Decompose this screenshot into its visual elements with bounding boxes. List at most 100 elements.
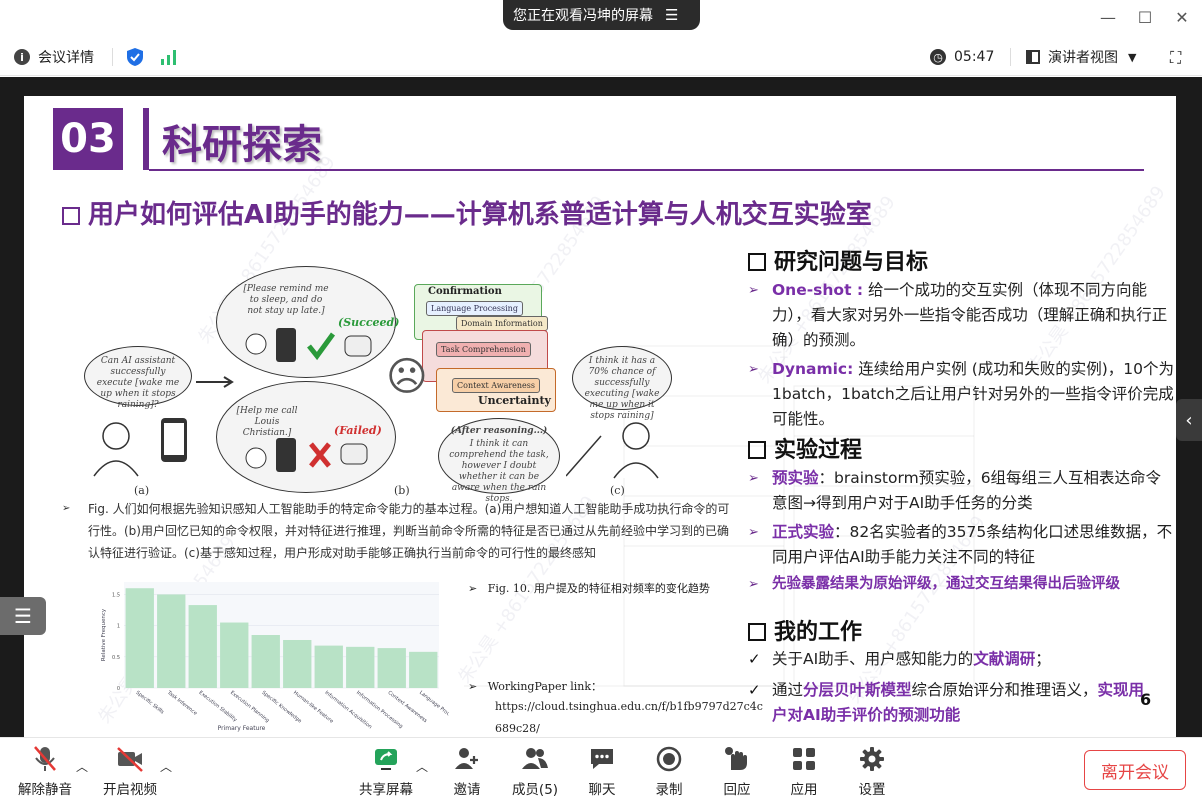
view-mode-dropdown[interactable]: 演讲者视图 ▼: [1026, 38, 1136, 76]
bubble-text: I think it has a 70% chance of successfu…: [584, 356, 660, 421]
bar: [377, 648, 406, 688]
work2-a: 通过: [772, 681, 804, 699]
people-icon: [503, 744, 567, 774]
oneshot-label: One-shot :: [772, 281, 864, 299]
fullscreen-icon[interactable]: ⛶: [1170, 48, 1181, 68]
side-panel-toggle[interactable]: ‹: [1176, 399, 1202, 441]
checkbox-square-icon: [62, 207, 80, 225]
section-heading-my-work: 我的工作: [748, 614, 862, 646]
subtitle-text: 用户如何评估AI助手的能力——计算机系普适计算与人机交互实验室: [88, 200, 872, 230]
work2-b: 分层贝叶斯模型: [803, 681, 912, 699]
meeting-toolbar: 解除静音 ︿ 开启视频 ︿ 共享屏幕 ︿ 邀请 成员(5) 聊天 录制 回应 应…: [0, 737, 1202, 802]
add-person-icon: [435, 744, 499, 774]
working-paper-label-text: WorkingPaper link：: [487, 680, 603, 693]
apps-button[interactable]: 应用: [772, 744, 836, 798]
reactions-label: 回应: [723, 782, 751, 798]
thinking-face-icon: ☹: [386, 354, 428, 400]
bar: [188, 605, 217, 688]
members-button[interactable]: 成员(5): [503, 744, 567, 798]
meeting-details-label: 会议详情: [38, 50, 94, 66]
invite-label: 邀请: [453, 782, 481, 798]
bullet-text: Dynamic: 连续给用户实例 (成功和失败的实例)，10个为1batch，1…: [772, 357, 1174, 432]
bubble-text: I think it can comprehend the task, howe…: [449, 439, 549, 504]
sharing-banner-text: 您正在观看冯坤的屏幕: [513, 8, 653, 24]
chevron-up-icon[interactable]: ︿: [160, 758, 172, 775]
apps-grid-icon: [772, 744, 836, 774]
bubble-text: Can AI assistant successfully execute [w…: [96, 356, 180, 410]
heading-text: 实验过程: [774, 438, 863, 463]
record-label: 录制: [655, 782, 683, 798]
bar: [314, 645, 343, 688]
chevron-left-icon: ‹: [1185, 409, 1193, 431]
confirmation-label: Confirmation: [428, 286, 502, 297]
raise-hand-icon: [705, 744, 769, 774]
chat-label: 聊天: [588, 782, 616, 798]
close-button[interactable]: ✕: [1170, 8, 1194, 27]
start-video-button[interactable]: 开启视频: [98, 744, 162, 798]
bar: [283, 639, 312, 688]
bullet-text: 正式实验：82名实验者的3575条结构化口述思维数据，不同用户评估AI助手能力关…: [772, 520, 1176, 570]
meeting-timer: ◷ 05:47: [930, 38, 994, 76]
sharing-banner[interactable]: 您正在观看冯坤的屏幕 ☰: [503, 0, 700, 30]
working-paper-link-cont[interactable]: 689c28/: [495, 722, 540, 735]
share-screen-button[interactable]: 共享屏幕: [354, 744, 418, 798]
language-processing-tag: Language Processing: [426, 301, 523, 316]
task-comprehension-tag: Task Comprehension: [436, 342, 531, 357]
fig10-caption: ➢ Fig. 10. 用户提及的特征相对频率的变化趋势: [468, 580, 710, 596]
signal-strength-icon[interactable]: [160, 49, 178, 69]
work2-c: 综合原始评分和推理语义，: [911, 681, 1098, 699]
bullet-text: One-shot : 给一个成功的交互实例（体现不同方向能力），看大家对另外一些…: [772, 278, 1174, 353]
unmute-button[interactable]: 解除静音: [13, 744, 77, 798]
presentation-slide: 朱公昊 +8615722854689 朱公昊 +8615722854689 朱公…: [24, 96, 1176, 737]
settings-button[interactable]: 设置: [840, 744, 904, 798]
meeting-details-button[interactable]: i 会议详情: [14, 38, 94, 76]
chat-button[interactable]: 聊天: [570, 744, 634, 798]
leave-meeting-button[interactable]: 离开会议: [1084, 750, 1186, 790]
view-mode-label: 演讲者视图: [1048, 50, 1118, 66]
bar: [125, 588, 154, 688]
info-icon: i: [14, 49, 30, 65]
heading-text: 我的工作: [774, 620, 863, 645]
invite-button[interactable]: 邀请: [435, 744, 499, 798]
bar: [157, 594, 186, 688]
checkbox-square-icon: [748, 441, 766, 459]
bar: [409, 651, 438, 688]
floating-menu-button[interactable]: ☰: [0, 597, 46, 635]
divider: [1010, 48, 1011, 66]
minimize-button[interactable]: —: [1096, 8, 1120, 27]
work1-a: 关于AI助手、用户感知能力的: [772, 650, 974, 668]
menu-icon[interactable]: ☰: [665, 6, 678, 24]
arrow-bullet-icon: ➢: [748, 577, 759, 592]
bullet-text: 预实验：brainstorm预实验，6组每组三人互相表达命令意图→得到用户对于A…: [772, 466, 1176, 516]
pre-label: 预实验: [772, 469, 819, 487]
shared-screen: 朱公昊 +8615722854689 朱公昊 +8615722854689 朱公…: [0, 77, 1202, 737]
panel-label: (b): [394, 484, 410, 497]
chevron-up-icon[interactable]: ︿: [416, 758, 428, 775]
feature-frequency-chart: 0 0.5 1 1.5 Specific Skills Task Inference Exe…: [79, 576, 463, 736]
bar: [346, 646, 375, 688]
x-tick-label: Task Inference: [165, 689, 198, 716]
page-number: 6: [1140, 690, 1152, 709]
reactions-button[interactable]: 回应: [705, 744, 769, 798]
title-accent-bar: [143, 108, 149, 170]
security-shield-icon[interactable]: [126, 47, 144, 71]
chart-svg: 00.511.5Specific Skills Task Inference Exe…: [101, 582, 463, 732]
maximize-button[interactable]: ☐: [1133, 8, 1157, 27]
bubble-text: [Please remind me to sleep, and do not s…: [243, 284, 329, 316]
work1-b: 文献调研: [973, 650, 1036, 668]
success-illustration: [245, 328, 372, 362]
arrow-bullet-icon: ➢: [62, 503, 71, 514]
panel-label: (a): [134, 484, 150, 497]
slide-subtitle: 用户如何评估AI助手的能力——计算机系普适计算与人机交互实验室: [62, 194, 872, 231]
chevron-up-icon[interactable]: ︿: [76, 758, 88, 775]
arrow-bullet-icon: ➢: [748, 362, 759, 377]
bar: [251, 635, 280, 688]
pre-text: ：brainstorm预实验，6组每组三人互相表达命令意图→得到用户对于AI助手…: [772, 469, 1162, 512]
working-paper-link[interactable]: https://cloud.tsinghua.edu.cn/f/b1fb9797…: [495, 700, 763, 713]
clock-icon: ◷: [930, 49, 946, 65]
fig10-caption-text: Fig. 10. 用户提及的特征相对频率的变化趋势: [487, 582, 710, 595]
uncertainty-label: Uncertainty: [478, 394, 551, 407]
failure-illustration: [245, 438, 368, 472]
muted-microphone-icon: [13, 744, 77, 774]
record-button[interactable]: 录制: [637, 744, 701, 798]
